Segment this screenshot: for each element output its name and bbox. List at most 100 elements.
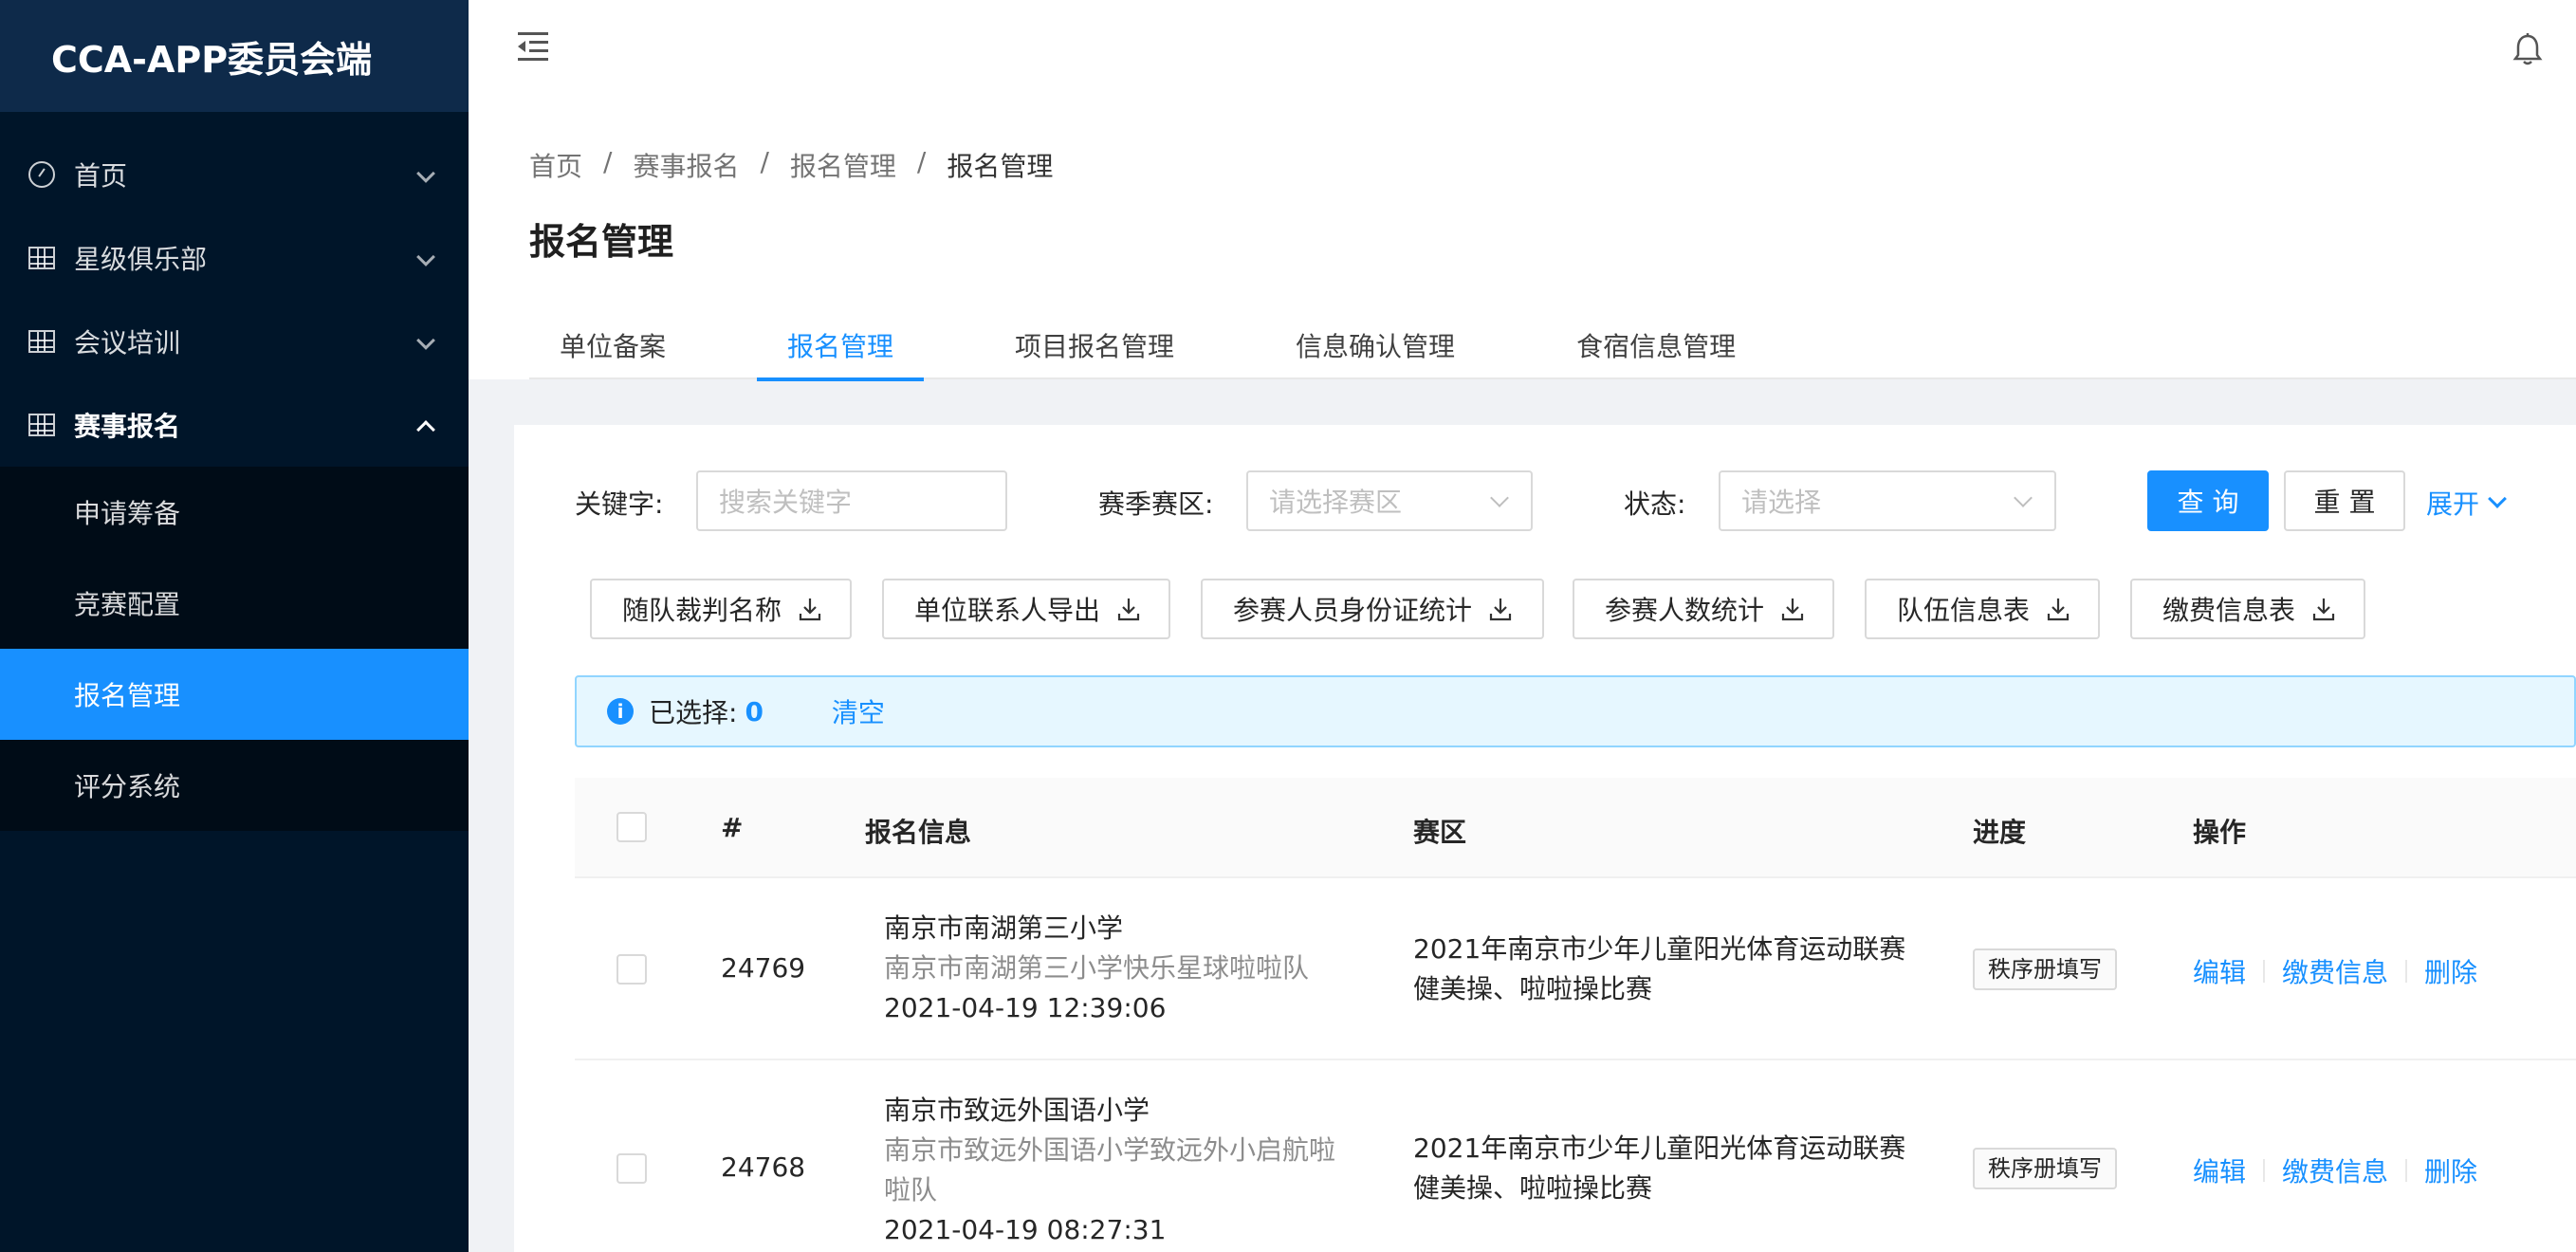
export-payment-info-button[interactable]: 缴费信息表: [2130, 579, 2365, 639]
team-name: 南京市南湖第三小学快乐星球啦啦队: [884, 952, 1310, 984]
download-icon: [1489, 598, 1512, 621]
status-select[interactable]: 请选择: [1719, 470, 2056, 531]
zone-line: 2021年南京市少年儿童阳光体育运动联赛: [1413, 933, 1906, 965]
export-team-info-button[interactable]: 队伍信息表: [1865, 579, 2100, 639]
export-id-stats-button[interactable]: 参赛人员身份证统计: [1201, 579, 1544, 639]
table-row: 24768 南京市致远外国语小学 南京市致远外国语小学致远外小启航啦 啦队 20…: [575, 1060, 2576, 1252]
row-checkbox[interactable]: [616, 1153, 647, 1184]
bell-icon[interactable]: [2512, 32, 2544, 66]
breadcrumb-item[interactable]: 赛事报名: [633, 146, 739, 184]
row-id: 24769: [721, 952, 806, 984]
tab-registration-management[interactable]: 报名管理: [757, 319, 925, 381]
row-id: 24768: [721, 1151, 806, 1183]
progress-tag: 秩序册填写: [1973, 1148, 2117, 1189]
download-icon: [1117, 598, 1140, 621]
status-placeholder: 请选择: [1741, 487, 1822, 518]
edit-link[interactable]: 编辑: [2193, 1151, 2246, 1189]
tab-board-lodging[interactable]: 食宿信息管理: [1546, 319, 1766, 379]
zone-line: 2021年南京市少年儿童阳光体育运动联赛: [1413, 1132, 1906, 1164]
sidebar-item-label: 赛事报名: [74, 411, 181, 442]
table-icon: [28, 330, 55, 353]
column-header-zone: 赛区: [1413, 817, 1467, 848]
column-header-actions: 操作: [2193, 817, 2247, 848]
selected-count: 0: [745, 695, 764, 727]
selected-label: 已选择:: [649, 697, 738, 728]
sidebar-item-label: 会议培训: [74, 327, 181, 359]
payment-info-link[interactable]: 缴费信息: [2282, 1151, 2388, 1189]
sidebar: CCA-APP委员会端 首页 星级俱乐部 会议培训 赛事报名 申请筹备 竞赛配置…: [0, 0, 469, 1252]
breadcrumb: 首页 / 赛事报名 / 报名管理 / 报名管理: [529, 146, 1053, 184]
table-icon: [28, 247, 55, 269]
edit-link[interactable]: 编辑: [2193, 952, 2246, 990]
menu-fold-icon[interactable]: [514, 28, 552, 66]
expand-link[interactable]: 展开: [2426, 484, 2507, 522]
row-checkbox[interactable]: [616, 954, 647, 985]
column-header-registration-info: 报名信息: [865, 817, 972, 848]
sidebar-item-event-registration[interactable]: 赛事报名: [0, 383, 469, 467]
export-label: 队伍信息表: [1897, 595, 2031, 626]
delete-link[interactable]: 删除: [2424, 1151, 2477, 1189]
sidebar-item-meeting-training[interactable]: 会议培训: [0, 300, 469, 383]
tab-unit-filing[interactable]: 单位备案: [529, 319, 696, 379]
export-label: 参赛人员身份证统计: [1233, 595, 1473, 626]
query-button[interactable]: 查 询: [2147, 470, 2269, 531]
action-divider: [2263, 960, 2266, 983]
export-label: 随队裁判名称: [622, 595, 782, 626]
export-participant-count-button[interactable]: 参赛人数统计: [1573, 579, 1834, 639]
sidebar-item-label: 星级俱乐部: [74, 244, 208, 275]
sidebar-item-home[interactable]: 首页: [0, 133, 469, 216]
sidebar-subitem-scoring-system[interactable]: 评分系统: [0, 740, 469, 831]
tab-info-confirmation[interactable]: 信息确认管理: [1265, 319, 1485, 379]
tab-project-registration[interactable]: 项目报名管理: [984, 319, 1205, 379]
chevron-down-icon: [2488, 489, 2507, 508]
chevron-up-icon: [416, 420, 435, 439]
chevron-down-icon: [416, 248, 435, 267]
chevron-down-icon: [416, 331, 435, 350]
keyword-input[interactable]: 搜索关键字: [696, 470, 1007, 531]
zone-select[interactable]: 请选择赛区: [1246, 470, 1533, 531]
zone-line: 健美操、啦啦操比赛: [1413, 973, 1653, 1004]
sidebar-subitem-registration-management[interactable]: 报名管理: [0, 649, 469, 740]
zone-info: 2021年南京市少年儿童阳光体育运动联赛 健美操、啦啦操比赛: [1413, 1129, 1905, 1208]
top-header: [469, 0, 2576, 112]
export-referee-button[interactable]: 随队裁判名称: [590, 579, 852, 639]
registration-info: 南京市南湖第三小学 南京市南湖第三小学快乐星球啦啦队 2021-04-19 12…: [884, 909, 1309, 1028]
delete-link[interactable]: 删除: [2424, 952, 2477, 990]
page-title: 报名管理: [529, 221, 674, 263]
breadcrumb-item[interactable]: 首页: [529, 146, 582, 184]
export-label: 单位联系人导出: [914, 595, 1101, 626]
download-icon: [2312, 598, 2335, 621]
table-icon: [28, 414, 55, 436]
keyword-placeholder: 搜索关键字: [719, 487, 853, 518]
app-logo: CCA-APP委员会端: [0, 0, 469, 112]
sidebar-subitem-apply-prep[interactable]: 申请筹备: [0, 467, 469, 558]
row-actions: 编辑 缴费信息 删除: [2193, 1151, 2477, 1189]
sidebar-item-star-club[interactable]: 星级俱乐部: [0, 216, 469, 300]
breadcrumb-item[interactable]: 报名管理: [790, 146, 896, 184]
info-icon: i: [607, 698, 634, 725]
sidebar-menu: 首页 星级俱乐部 会议培训 赛事报名 申请筹备 竞赛配置 报名管理 评分系统: [0, 112, 469, 831]
breadcrumb-separator: /: [603, 146, 613, 177]
sidebar-subitem-label: 竞赛配置: [74, 589, 181, 620]
registration-time: 2021-04-19 08:27:31: [884, 1214, 1167, 1245]
action-divider: [2405, 1159, 2408, 1182]
breadcrumb-current: 报名管理: [947, 151, 1054, 182]
sidebar-subitem-label: 报名管理: [74, 680, 181, 711]
registration-time: 2021-04-19 12:39:06: [884, 992, 1167, 1023]
payment-info-link[interactable]: 缴费信息: [2282, 952, 2388, 990]
export-contact-button[interactable]: 单位联系人导出: [882, 579, 1170, 639]
reset-button[interactable]: 重 置: [2284, 470, 2405, 531]
sidebar-subitem-competition-config[interactable]: 竞赛配置: [0, 558, 469, 649]
chevron-down-icon: [416, 164, 435, 183]
page-header: 首页 / 赛事报名 / 报名管理 / 报名管理 报名管理 单位备案 报名管理 项…: [469, 112, 2576, 381]
zone-info: 2021年南京市少年儿童阳光体育运动联赛 健美操、啦啦操比赛: [1413, 930, 1905, 1009]
progress-tag: 秩序册填写: [1973, 948, 2117, 990]
column-header-id: #: [721, 812, 744, 843]
download-icon: [1781, 598, 1804, 621]
registration-table: # 报名信息 赛区 进度 操作 24769 南京市南湖第三小学 南京市南湖第三小…: [575, 778, 2576, 1252]
team-name: 南京市致远外国语小学致远外小启航啦: [884, 1134, 1336, 1166]
clear-selection-link[interactable]: 清空: [832, 692, 885, 730]
dashboard-icon: [28, 161, 55, 188]
select-all-checkbox[interactable]: [616, 812, 647, 842]
org-name: 南京市南湖第三小学: [884, 912, 1124, 944]
